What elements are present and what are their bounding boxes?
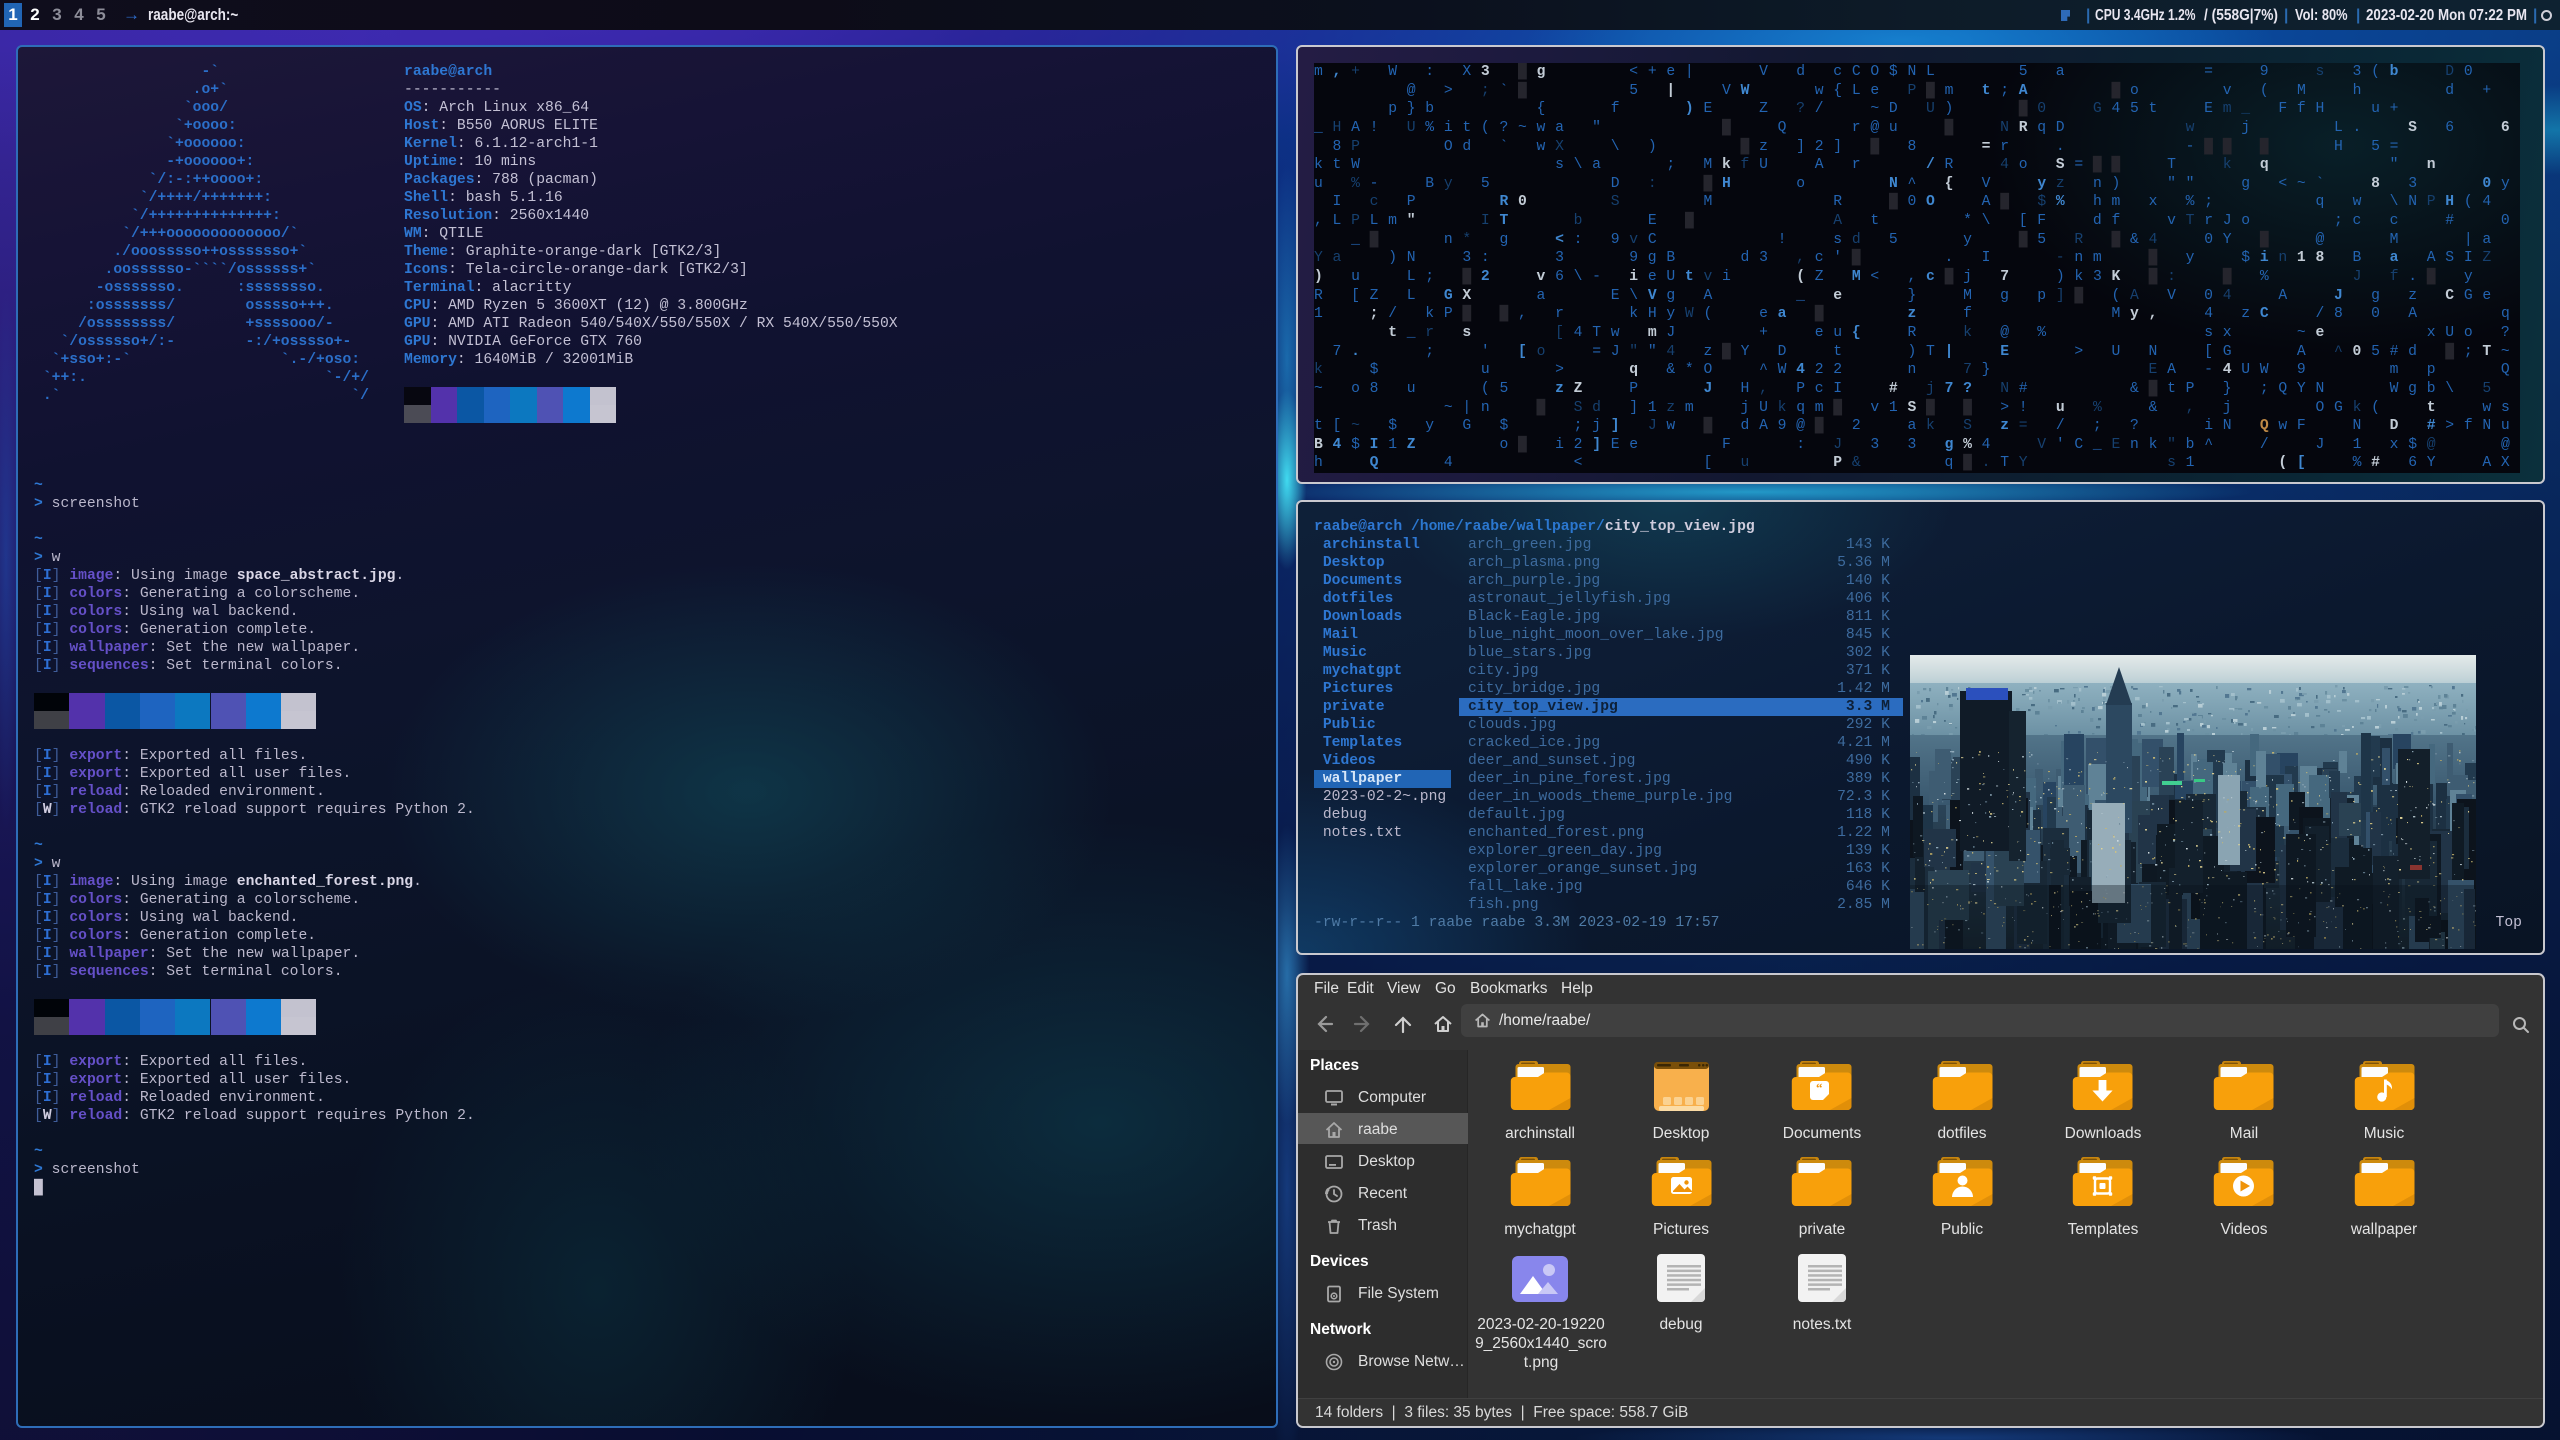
svg-text:“: “: [1816, 1080, 1823, 1095]
